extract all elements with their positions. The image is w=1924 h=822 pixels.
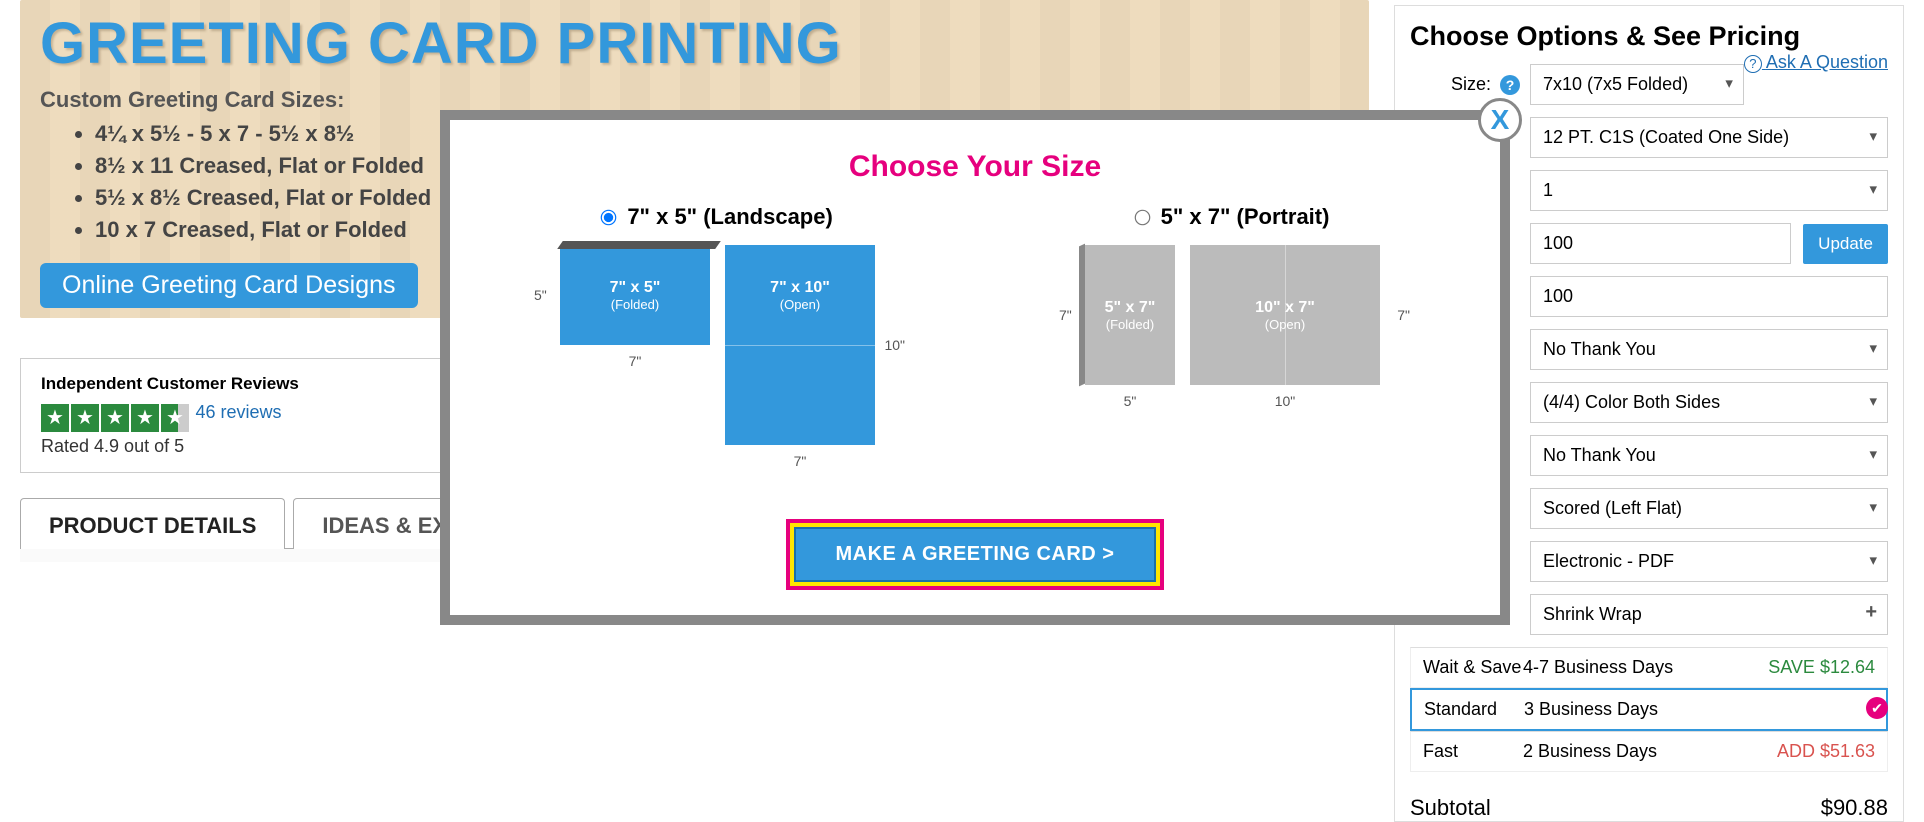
size-option-landscape[interactable]: 7" x 5" (Landscape) 5" 7" x 5" (Folded) … bbox=[490, 204, 945, 469]
check-icon: ✔ bbox=[1866, 697, 1888, 719]
scored-select[interactable]: Scored (Left Flat) bbox=[1530, 488, 1888, 529]
portrait-radio[interactable] bbox=[1134, 210, 1150, 226]
landscape-open-card: 10" 7" x 10" (Open) bbox=[725, 245, 875, 445]
modal-title: Choose Your Size bbox=[490, 150, 1460, 184]
star-icon: ★ bbox=[41, 404, 69, 432]
question-icon: ? bbox=[1744, 55, 1762, 73]
star-icon: ★ bbox=[161, 404, 189, 432]
size-select[interactable]: 7x10 (7x5 Folded) bbox=[1530, 64, 1744, 105]
options-title: Choose Options & See Pricing bbox=[1410, 21, 1800, 51]
info-icon[interactable]: ? bbox=[1500, 75, 1520, 95]
color-select[interactable]: (4/4) Color Both Sides bbox=[1530, 382, 1888, 423]
pages-select[interactable]: 1 bbox=[1530, 170, 1888, 211]
proof-select[interactable]: Electronic - PDF bbox=[1530, 541, 1888, 582]
update-button[interactable]: Update bbox=[1803, 224, 1888, 264]
portrait-open-card: 7" 10" x 7" (Open) bbox=[1190, 245, 1380, 385]
shipping-option-fast[interactable]: Fast 2 Business Days ADD $51.63 bbox=[1410, 731, 1888, 772]
tab-product-details[interactable]: PRODUCT DETAILS bbox=[20, 498, 285, 549]
hero-title: GREETING CARD PRINTING bbox=[40, 10, 1349, 77]
portrait-folded-card: 7" 5" x 7" (Folded) bbox=[1085, 245, 1175, 385]
coating-select[interactable]: No Thank You bbox=[1530, 435, 1888, 476]
star-icon: ★ bbox=[101, 404, 129, 432]
star-icon: ★ bbox=[131, 404, 159, 432]
subtotal-value: $90.88 bbox=[1821, 795, 1888, 821]
subtotal-label: Subtotal bbox=[1410, 795, 1491, 821]
shrink-wrap-expand[interactable]: Shrink Wrap bbox=[1530, 594, 1888, 635]
choose-size-modal: X Choose Your Size 7" x 5" (Landscape) 5… bbox=[440, 110, 1510, 625]
envelopes-select[interactable]: No Thank You bbox=[1530, 329, 1888, 370]
reviews-link[interactable]: 46 reviews bbox=[195, 402, 281, 422]
shipping-option-wait-save[interactable]: Wait & Save 4-7 Business Days SAVE $12.6… bbox=[1410, 647, 1888, 688]
quantity-input[interactable] bbox=[1530, 223, 1791, 264]
landscape-folded-card: 5" 7" x 5" (Folded) bbox=[560, 245, 710, 345]
shipping-option-standard[interactable]: Standard 3 Business Days ✔ bbox=[1410, 688, 1888, 731]
size-option-portrait[interactable]: 5" x 7" (Portrait) 7" 5" x 7" (Folded) 5… bbox=[1005, 204, 1460, 469]
size-label: Size: ? bbox=[1410, 74, 1530, 95]
close-icon[interactable]: X bbox=[1478, 98, 1522, 142]
star-icon: ★ bbox=[71, 404, 99, 432]
landscape-radio[interactable] bbox=[601, 210, 617, 226]
paper-select[interactable]: 12 PT. C1S (Coated One Side) bbox=[1530, 117, 1888, 158]
make-greeting-card-button[interactable]: MAKE A GREETING CARD > bbox=[786, 519, 1165, 590]
online-designs-button[interactable]: Online Greeting Card Designs bbox=[40, 263, 418, 308]
pieces-value: 100 bbox=[1530, 276, 1888, 317]
ask-question-link[interactable]: ? Ask A Question bbox=[1744, 52, 1888, 73]
